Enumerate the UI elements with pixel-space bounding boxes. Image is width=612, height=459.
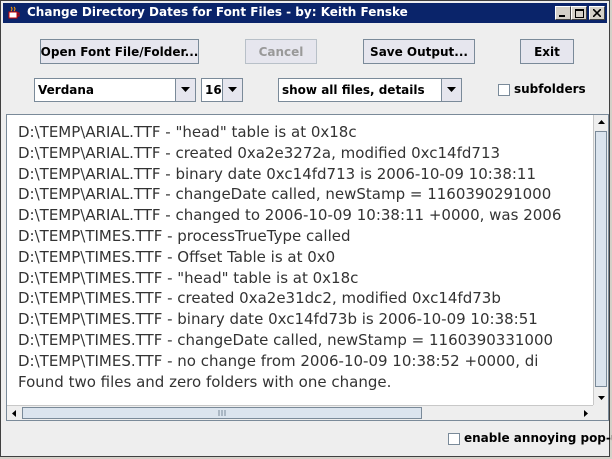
grip-icon [218,410,226,416]
chevron-down-icon [228,87,237,92]
arrow-right-icon [584,409,588,417]
save-output-button[interactable]: Save Output... [363,39,475,64]
scrollbar-corner [593,405,608,420]
output-line: D:\TEMP\TIMES.TTF - no change from 2006-… [18,351,539,370]
exit-button[interactable]: Exit [520,39,574,64]
window-title: Change Directory Dates for Font Files - … [27,5,408,19]
output-line: Found two files and zero folders with on… [18,372,392,391]
scroll-right-button[interactable] [579,406,593,420]
popup-checkbox[interactable] [448,433,460,445]
font-name-value: Verdana [38,83,95,97]
font-name-dropdown-arrow[interactable] [175,79,195,101]
arrow-up-icon [597,120,605,124]
horizontal-scroll-thumb[interactable] [22,407,422,419]
display-mode-dropdown-arrow[interactable] [441,79,461,101]
output-line: D:\TEMP\TIMES.TTF - binary date 0xc14fd7… [18,310,538,329]
vertical-scroll-thumb[interactable] [595,131,607,387]
scroll-left-button[interactable] [7,406,21,420]
output-line: D:\TEMP\ARIAL.TTF - changeDate called, n… [18,185,552,204]
chevron-down-icon [181,87,190,92]
output-line: D:\TEMP\TIMES.TTF - processTrueType call… [18,226,351,245]
display-mode-value: show all files, details [282,83,425,97]
output-line: D:\TEMP\ARIAL.TTF - binary date 0xc14fd7… [18,164,537,183]
vertical-scrollbar[interactable] [593,115,608,405]
output-line: D:\TEMP\TIMES.TTF - Offset Table is at 0… [18,247,336,266]
scroll-up-button[interactable] [594,115,608,129]
output-text-area[interactable]: D:\TEMP\ARIAL.TTF - "head" table is at 0… [6,114,609,421]
maximize-button[interactable] [571,6,587,20]
output-line: D:\TEMP\ARIAL.TTF - changed to 2006-10-0… [18,206,562,225]
cancel-button[interactable]: Cancel [245,39,317,64]
horizontal-scrollbar[interactable] [7,405,593,420]
minimize-icon [559,15,565,17]
close-icon [593,9,601,17]
display-mode-select[interactable]: show all files, details [278,78,462,102]
java-cup-icon [8,6,20,19]
output-line: D:\TEMP\TIMES.TTF - changeDate called, n… [18,330,554,349]
scroll-down-button[interactable] [594,391,608,405]
subfolders-checkbox[interactable] [498,84,510,96]
open-font-button[interactable]: Open Font File/Folder... [40,39,199,64]
font-size-select[interactable]: 16 [201,78,243,102]
font-size-value: 16 [205,83,222,97]
app-window: Change Directory Dates for Font Files - … [0,0,612,457]
close-button[interactable] [589,6,605,20]
font-name-select[interactable]: Verdana [34,78,196,102]
output-lines: D:\TEMP\ARIAL.TTF - "head" table is at 0… [18,122,592,399]
arrow-down-icon [597,396,605,400]
output-line: D:\TEMP\ARIAL.TTF - "head" table is at 0… [18,123,357,141]
output-line: D:\TEMP\TIMES.TTF - "head" table is at 0… [18,268,359,287]
maximize-icon [574,8,584,18]
chevron-down-icon [447,87,456,92]
arrow-left-icon [12,409,16,417]
subfolders-label[interactable]: subfolders [514,82,586,96]
title-bar[interactable]: Change Directory Dates for Font Files - … [3,3,607,23]
output-line: D:\TEMP\TIMES.TTF - created 0xa2e31dc2, … [18,289,501,308]
font-size-dropdown-arrow[interactable] [222,79,242,101]
minimize-button[interactable] [555,6,571,20]
output-line: D:\TEMP\ARIAL.TTF - created 0xa2e3272a, … [18,143,501,162]
popup-label[interactable]: enable annoying pop-up [464,431,612,445]
